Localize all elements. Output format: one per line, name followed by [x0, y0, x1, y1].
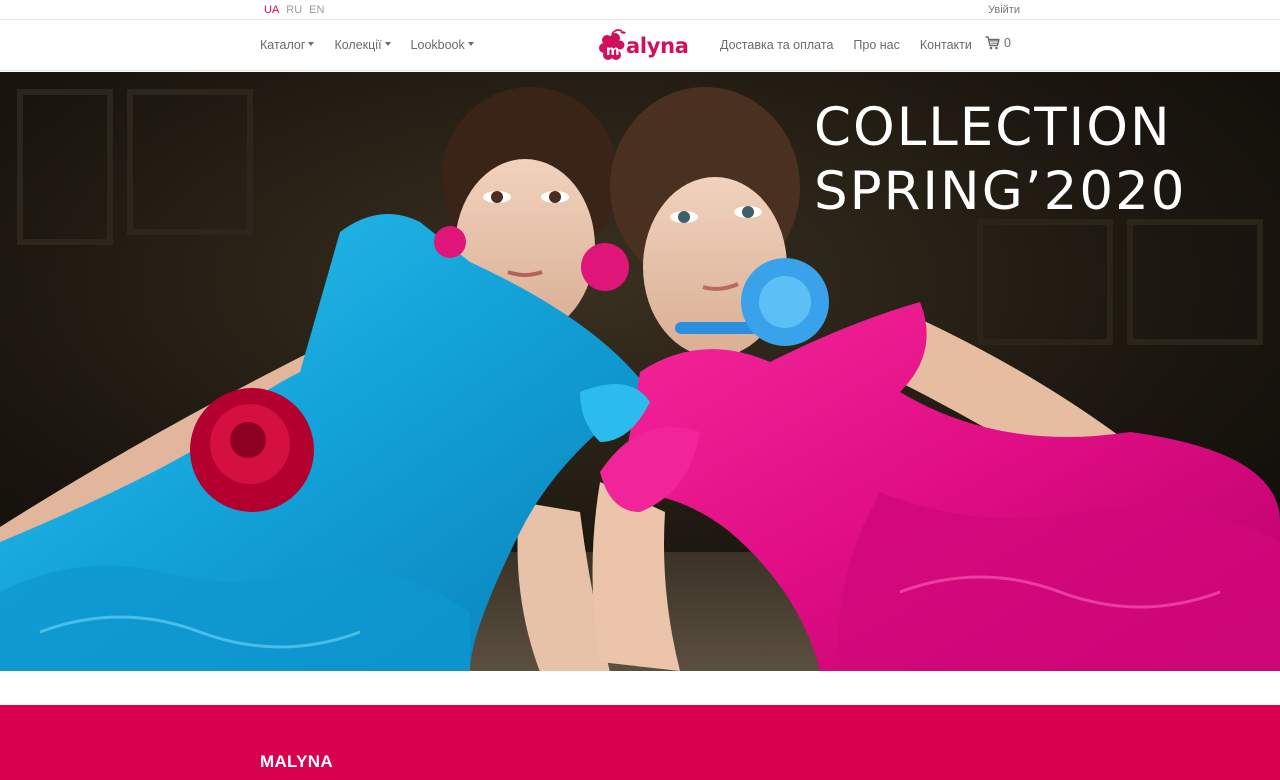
nav-contacts-link[interactable]: Контакти: [920, 38, 972, 52]
caret-down-icon: [467, 42, 474, 46]
hero-title-line1: COLLECTION: [814, 97, 1172, 158]
logo-text: alyna: [626, 34, 689, 58]
footer-brand: MALYNA: [260, 752, 333, 771]
nav-lookbook-dropdown[interactable]: Lookbook: [411, 38, 474, 52]
hero-banner[interactable]: COLLECTION SPRING’2020: [0, 72, 1280, 671]
top-utility-bar: UA RU EN Увійти: [0, 0, 1280, 20]
nav-delivery-link[interactable]: Доставка та оплата: [720, 38, 833, 52]
login-link[interactable]: Увійти: [988, 4, 1020, 16]
cart-count: 0: [1004, 36, 1011, 50]
nav-collections-dropdown[interactable]: Колекції: [334, 38, 391, 52]
hero-title-line2: SPRING’2020: [814, 161, 1187, 222]
lang-en[interactable]: EN: [309, 4, 324, 16]
malyna-logo[interactable]: m alyna: [598, 26, 689, 66]
lang-ru[interactable]: RU: [286, 4, 302, 16]
shopping-cart-icon: [985, 36, 1000, 50]
nav-catalog-dropdown[interactable]: Каталог: [260, 38, 315, 52]
caret-down-icon: [308, 42, 315, 46]
main-navbar: Каталог Колекції Lookbook m alyna Достав…: [0, 21, 1280, 71]
nav-right-menu: Доставка та оплата Про нас Контакти: [720, 38, 972, 52]
nav-catalog-label: Каталог: [260, 38, 306, 52]
nav-left-menu: Каталог Колекції Lookbook: [260, 38, 474, 52]
hero-title: COLLECTION SPRING’2020: [814, 96, 1187, 224]
nav-lookbook-label: Lookbook: [410, 38, 465, 52]
cart-button[interactable]: 0: [985, 36, 1011, 50]
lang-ua[interactable]: UA: [264, 4, 279, 16]
nav-collections-label: Колекції: [334, 38, 382, 52]
nav-about-link[interactable]: Про нас: [853, 38, 899, 52]
language-switcher: UA RU EN: [264, 4, 324, 16]
caret-down-icon: [384, 42, 391, 46]
site-footer: MALYNA: [0, 705, 1280, 780]
svg-text:m: m: [606, 44, 620, 59]
